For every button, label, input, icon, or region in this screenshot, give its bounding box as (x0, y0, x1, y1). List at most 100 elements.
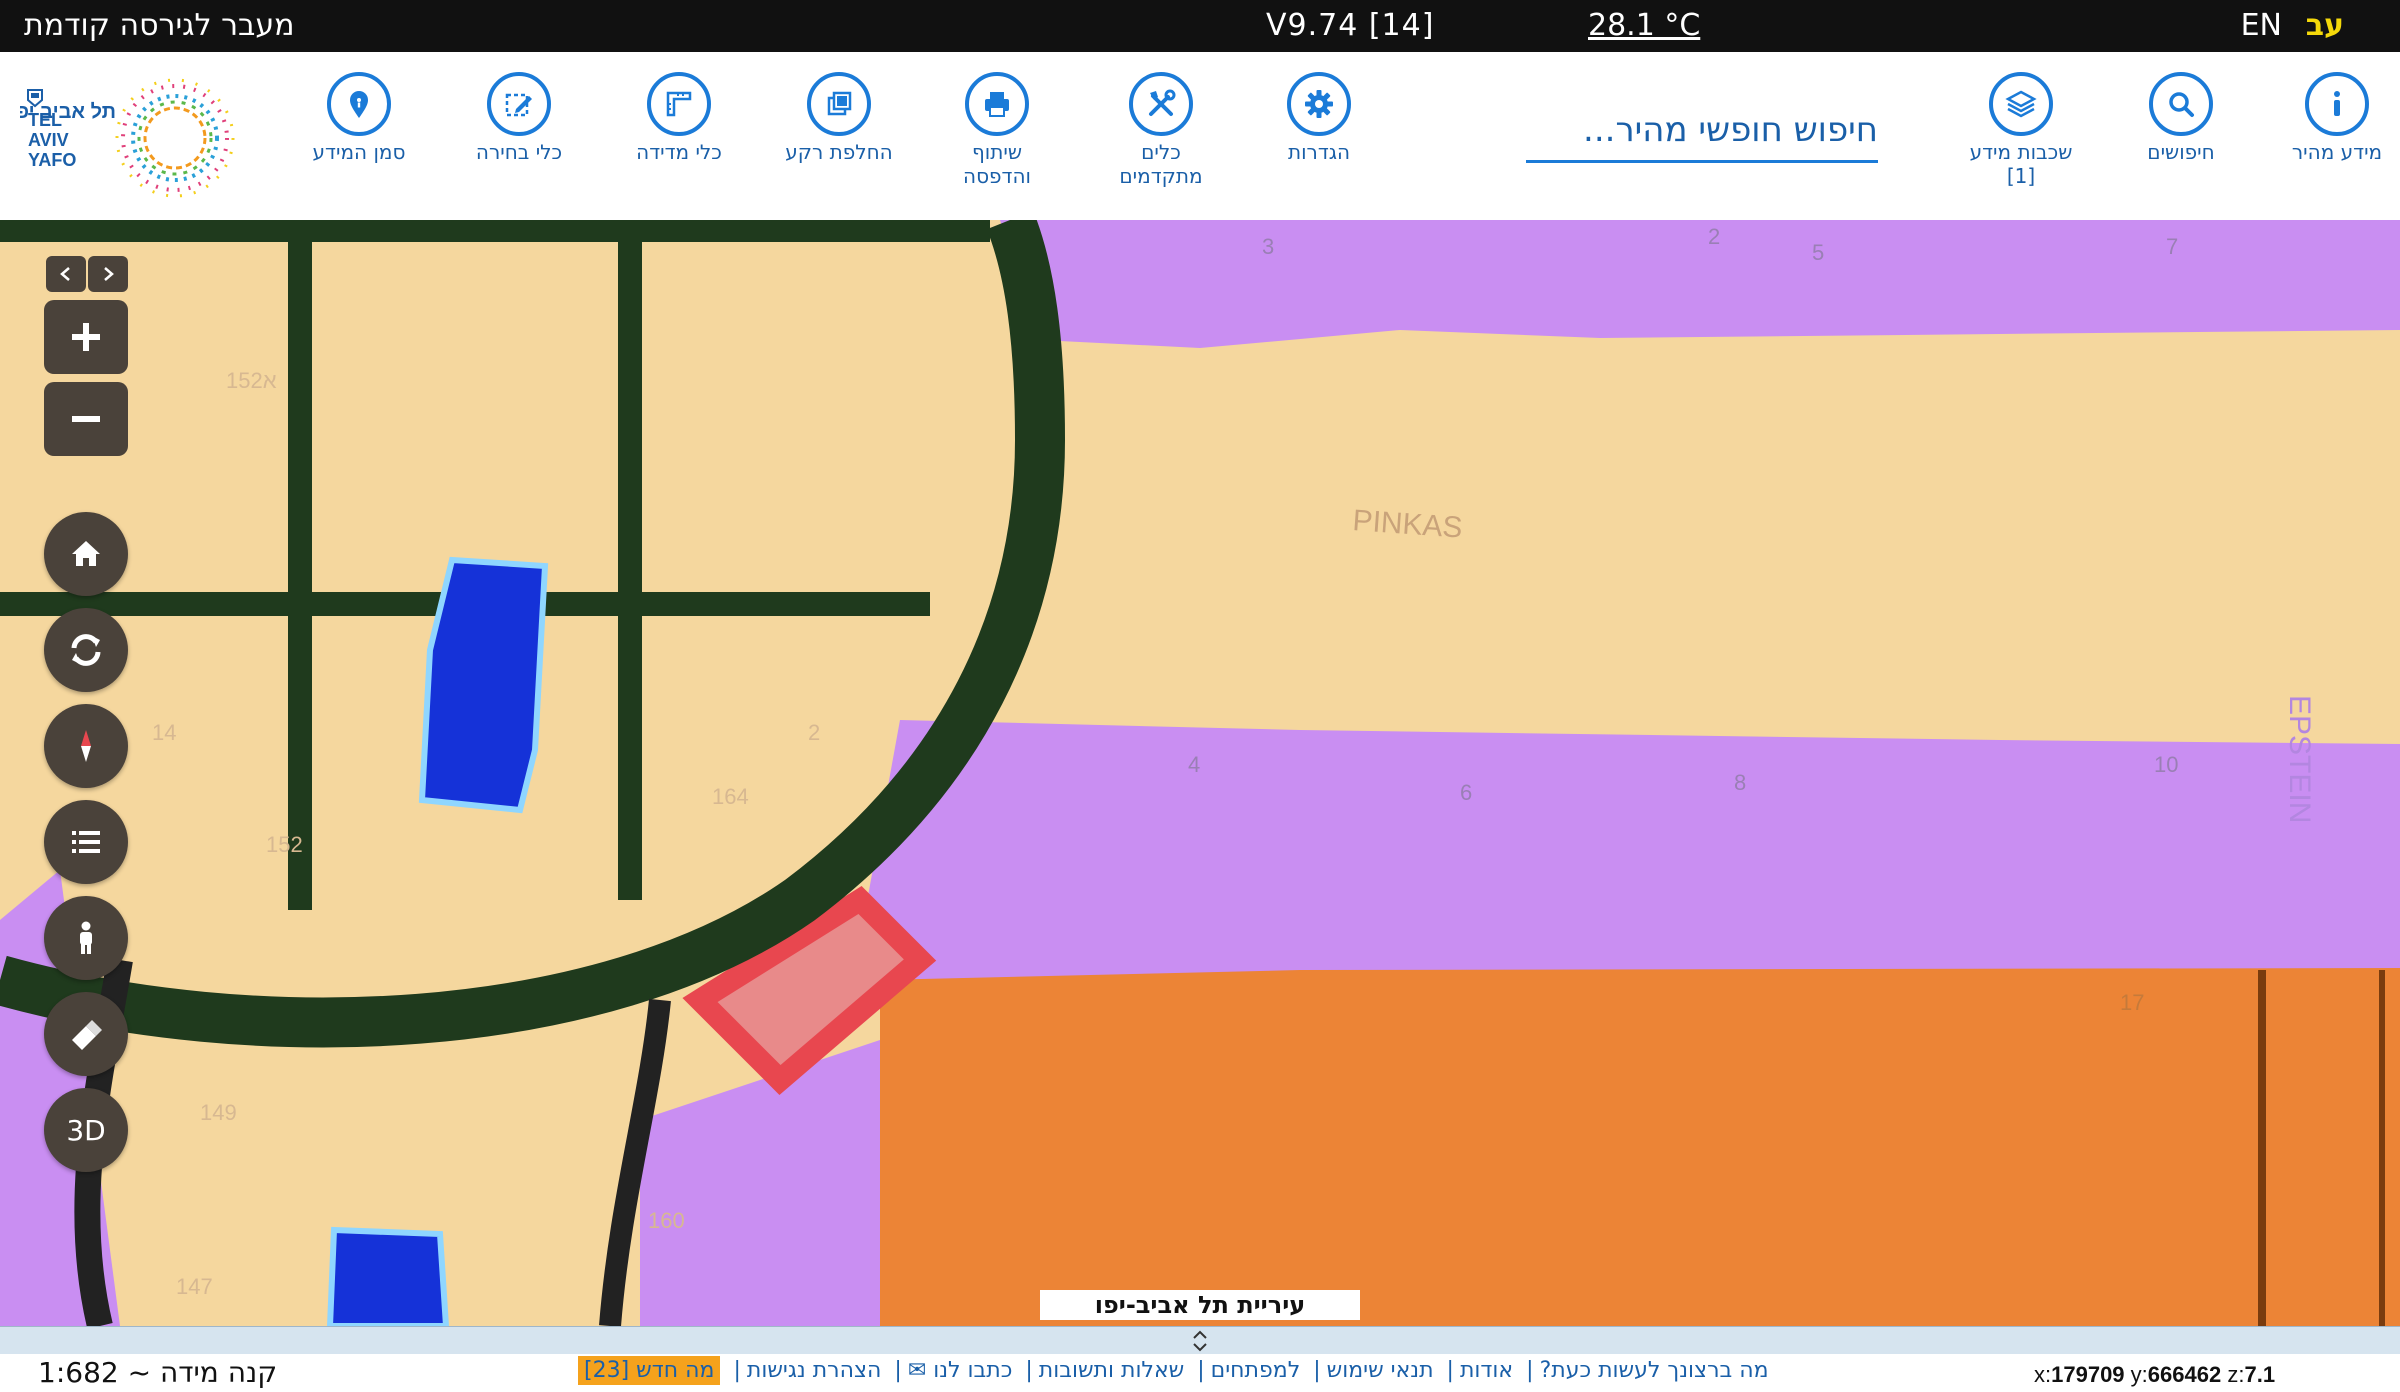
logo-text-en-3: YAFO (28, 150, 76, 170)
map-canvas[interactable]: PINKAS EPSTEIN 3 2 5 7 4 6 8 10 17 14 2 … (0, 220, 2400, 1326)
person-icon (80, 921, 92, 954)
arrow-left-icon (60, 267, 70, 281)
language-english-button[interactable]: EN (2241, 8, 2282, 44)
street-label-epstein: EPSTEIN (2283, 695, 2316, 823)
home-button[interactable] (44, 512, 128, 596)
contact-link[interactable]: כתבו לנו ✉ (908, 1358, 1013, 1383)
minus-icon (72, 416, 100, 422)
list-icon (72, 831, 100, 853)
ruler-icon (647, 72, 711, 136)
advanced-tools-button[interactable]: כלים מתקדמים (1076, 72, 1246, 188)
scale-readout: קנה מידה ~ 1:682 (38, 1356, 278, 1389)
developers-link[interactable]: למפתחים (1211, 1358, 1301, 1383)
coord-z-label: z: (2227, 1362, 2245, 1387)
compass-button[interactable] (44, 704, 128, 788)
expand-collapse-icon (1193, 1330, 1207, 1352)
measure-tools-label: כלי מדידה (636, 140, 722, 164)
history-back-button[interactable] (46, 256, 86, 292)
quick-search-input[interactable] (1526, 102, 1878, 158)
coord-x-value: 179709 (2051, 1362, 2125, 1387)
whats-new-link[interactable]: מה חדש [23] (578, 1356, 721, 1385)
arrow-right-icon (104, 267, 114, 281)
street-view-button[interactable] (44, 896, 128, 980)
refresh-icon (71, 634, 101, 666)
settings-button[interactable]: הגדרות (1234, 72, 1404, 164)
refresh-button[interactable] (44, 608, 128, 692)
parcel-number: 164 (712, 784, 749, 809)
parcel-number: 5 (1812, 240, 1824, 265)
tel-aviv-yafo-logo[interactable]: תל אביב יפו TEL AVIV YAFO (10, 78, 250, 198)
quick-info-button[interactable]: מידע מהיר (2252, 72, 2400, 164)
parcel-number: 2 (1708, 224, 1720, 249)
info-marker-button[interactable]: סמן המידע (274, 72, 444, 164)
compass-icon (81, 730, 91, 762)
parcel-number: 6 (1460, 780, 1472, 805)
logo-burst-graphic (115, 78, 235, 198)
layers-icon (1989, 72, 2053, 136)
background-switch-label: החלפת רקע (785, 140, 893, 164)
previous-version-link[interactable]: מעבר לגירסה קודמת (24, 8, 295, 44)
3d-label: 3D (66, 1113, 106, 1147)
parcel-number: 149 (200, 1100, 237, 1125)
info-icon (2305, 72, 2369, 136)
share-print-button[interactable]: שיתוף והדפסה (912, 72, 1082, 188)
searches-label: חיפושים (2147, 140, 2215, 164)
terms-link[interactable]: תנאי שימוש (1327, 1358, 1434, 1383)
history-forward-button[interactable] (88, 256, 128, 292)
parcel-number: 17 (2120, 990, 2144, 1015)
basemap-switch-icon (807, 72, 871, 136)
eraser-button[interactable] (44, 992, 128, 1076)
info-marker-label: סמן המידע (312, 140, 406, 164)
searches-button[interactable]: חיפושים (2096, 72, 2266, 164)
measure-tools-button[interactable]: כלי מדידה (594, 72, 764, 164)
parcel-number: 10 (2154, 752, 2178, 777)
quick-search-field (1526, 102, 1878, 163)
parcel-number: 2 (808, 720, 820, 745)
share-print-label-1: שיתוף (971, 140, 1023, 164)
background-switch-button[interactable]: החלפת רקע (754, 72, 924, 164)
footer-collapse-bar[interactable] (0, 1326, 2400, 1355)
home-icon (72, 541, 100, 566)
info-layers-button[interactable]: שכבות מידע [1] (1936, 72, 2106, 188)
logo-text-en-1: TEL (28, 110, 62, 130)
zoom-in-button[interactable] (44, 300, 128, 374)
parcel-number: 147 (176, 1274, 213, 1299)
parcel-number: 7 (2166, 234, 2178, 259)
selection-tools-button[interactable]: כלי בחירה (434, 72, 604, 164)
parcel-number: 8 (1734, 770, 1746, 795)
info-layers-label: שכבות מידע (1969, 140, 2073, 164)
advanced-tools-label-2: מתקדמים (1119, 164, 1203, 188)
commercial-zone (880, 968, 2400, 1326)
water-pool (418, 556, 549, 814)
version-label: V9.74 [14] (1266, 8, 1435, 43)
parcel-number: 152 (266, 832, 303, 857)
status-bar: קנה מידה ~ 1:682 מה ברצונך לעשות כעת?| א… (0, 1354, 2400, 1392)
settings-label: הגדרות (1287, 140, 1351, 164)
eraser-icon (72, 1020, 102, 1050)
share-print-label-2: והדפסה (963, 164, 1031, 188)
map-basemap: PINKAS EPSTEIN 3 2 5 7 4 6 8 10 17 14 2 … (0, 220, 2400, 1326)
map-pin-icon (327, 72, 391, 136)
selection-tools-label: כלי בחירה (475, 140, 563, 164)
what-to-do-link[interactable]: מה ברצונך לעשות כעת? (1540, 1358, 1769, 1383)
parcel-number: 4 (1188, 752, 1200, 777)
plus-icon (72, 323, 100, 351)
logo-text-en-2: AVIV (28, 130, 69, 150)
toolbar: מידע מהיר חיפושים שכבות מידע [1] הגדרות … (0, 52, 2400, 222)
about-link[interactable]: אודות (1460, 1358, 1513, 1383)
city-name-label: עיריית תל אביב-יפו (1040, 1290, 1360, 1320)
tools-icon (1129, 72, 1193, 136)
public-zone-north (1000, 220, 2400, 348)
selection-pen-icon (487, 72, 551, 136)
parcel-number: 160 (648, 1208, 685, 1233)
zoom-out-button[interactable] (44, 382, 128, 456)
accessibility-link[interactable]: הצהרת נגישות (747, 1358, 882, 1383)
language-hebrew-button[interactable]: עב (2306, 8, 2344, 44)
temperature-link[interactable]: 28.1 °C (1588, 8, 1700, 44)
gear-icon (1287, 72, 1351, 136)
parcel-number: 3 (1262, 234, 1274, 259)
3d-view-button[interactable]: 3D (44, 1088, 128, 1172)
faq-link[interactable]: שאלות ותשובות (1039, 1358, 1184, 1383)
legend-button[interactable] (44, 800, 128, 884)
coord-x-label: x: (2034, 1362, 2052, 1387)
